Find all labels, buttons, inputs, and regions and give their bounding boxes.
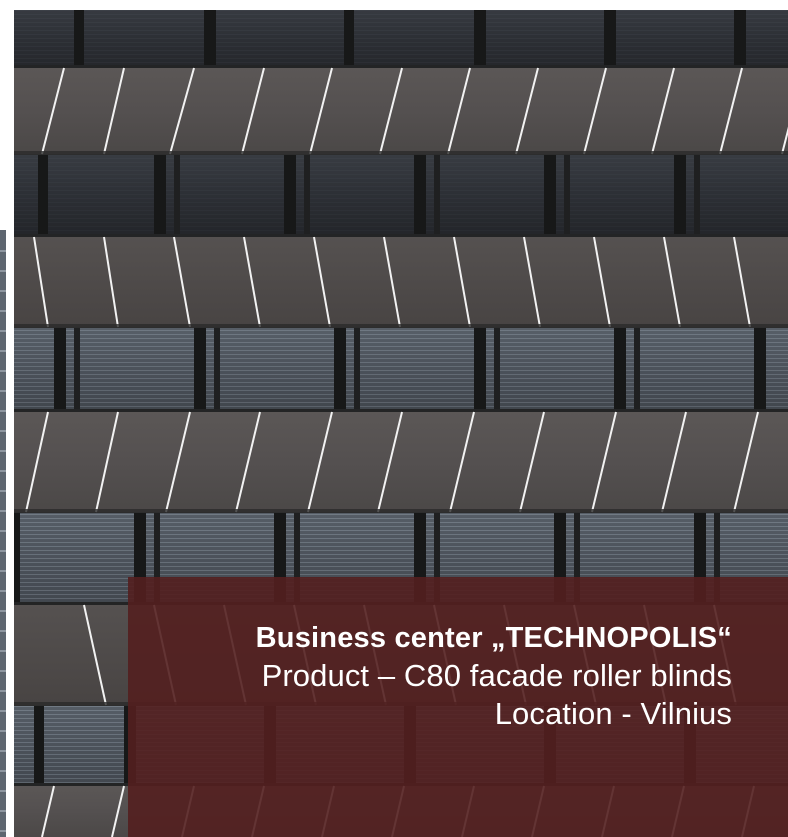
facade-panel-band-2 (14, 236, 788, 328)
caption-overlay: Business center „TECHNOPOLIS“ Product – … (128, 577, 788, 837)
window-band-1 (14, 10, 788, 68)
project-title: Business center „TECHNOPOLIS“ (255, 622, 732, 654)
adjacent-image-edge (0, 0, 10, 837)
product-line: Product – C80 facade roller blinds (261, 658, 732, 693)
project-showcase-image: Business center „TECHNOPOLIS“ Product – … (0, 0, 788, 837)
facade-panel-band-1 (14, 67, 788, 155)
adjacent-image-strip (0, 0, 10, 837)
facade-panel-band-3 (14, 411, 788, 513)
location-line: Location - Vilnius (494, 696, 732, 731)
window-band-3 (14, 328, 788, 412)
window-band-2 (14, 155, 788, 237)
